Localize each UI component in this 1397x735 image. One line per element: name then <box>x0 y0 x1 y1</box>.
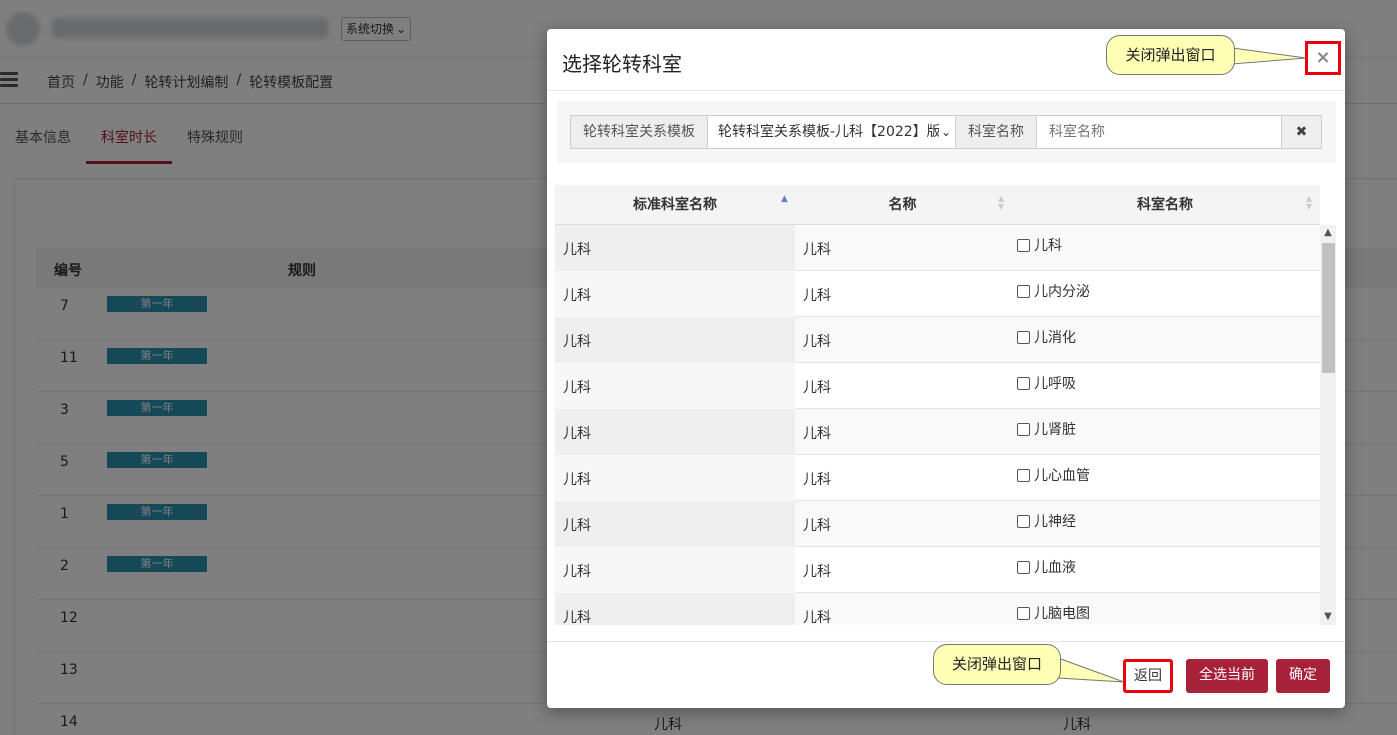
table-row[interactable]: 儿科 儿科 儿呼吸 <box>555 363 1320 409</box>
table-row[interactable]: 儿科 儿科 儿心血管 <box>555 455 1320 501</box>
std-dept-cell: 儿科 <box>555 409 795 455</box>
close-icon[interactable]: × <box>1305 41 1341 75</box>
dept-name-label: 儿科 <box>1034 238 1062 254</box>
name-cell: 儿科 <box>803 610 831 625</box>
scroll-up-icon[interactable]: ▲ <box>1320 225 1336 241</box>
dept-name-label: 儿肾脏 <box>1034 422 1076 438</box>
callout-close-top: 关闭弹出窗口 <box>1106 35 1235 75</box>
checkbox[interactable] <box>1017 606 1030 620</box>
col-dept[interactable]: 科室名称 <box>1010 185 1320 225</box>
checkbox[interactable] <box>1017 284 1030 298</box>
table-row[interactable]: 儿科 儿科 儿肾脏 <box>555 409 1320 455</box>
template-label: 轮转科室关系模板 <box>571 116 708 148</box>
callout-tail-top <box>1230 47 1307 65</box>
dept-name-label: 科室名称 <box>956 116 1037 148</box>
table-row[interactable]: 儿科 儿科 儿脑电图 <box>555 593 1320 625</box>
dept-name-label: 儿内分泌 <box>1034 284 1090 300</box>
chevron-down-icon: ⌄ <box>938 116 951 148</box>
table-row[interactable]: 儿科 儿科 儿科 <box>555 225 1320 271</box>
std-dept-cell: 儿科 <box>555 363 795 409</box>
name-cell: 儿科 <box>803 380 831 396</box>
dept-checkbox-item[interactable]: 儿消化 <box>1017 327 1076 347</box>
checkbox[interactable] <box>1017 422 1030 436</box>
back-button[interactable]: 返回 <box>1123 659 1173 693</box>
name-cell: 儿科 <box>803 426 831 442</box>
sort-icon: ▲ ▼ <box>1306 194 1313 211</box>
checkbox[interactable] <box>1017 560 1030 574</box>
modal-title: 选择轮转科室 <box>562 52 682 76</box>
dept-name-label: 儿神经 <box>1034 514 1076 530</box>
table-scrollbar[interactable]: ▲ ▼ <box>1320 225 1336 625</box>
dept-checkbox-item[interactable]: 儿心血管 <box>1017 465 1090 485</box>
table-row[interactable]: 儿科 儿科 儿内分泌 <box>555 271 1320 317</box>
table-row[interactable]: 儿科 儿科 儿血液 <box>555 547 1320 593</box>
name-cell: 儿科 <box>803 564 831 580</box>
dept-checkbox-item[interactable]: 儿肾脏 <box>1017 419 1076 439</box>
dept-checkbox-item[interactable]: 儿神经 <box>1017 511 1076 531</box>
dept-checkbox-item[interactable]: 儿科 <box>1017 235 1062 255</box>
table-row[interactable]: 儿科 儿科 儿神经 <box>555 501 1320 547</box>
dept-checkbox-item[interactable]: 儿内分泌 <box>1017 281 1090 301</box>
table-header: 标准科室名称 ▲ 名称 ▲ ▼ 科室名称 ▲ ▼ <box>555 185 1320 225</box>
callout-tail-bottom <box>1056 657 1125 683</box>
clear-icon[interactable]: ✖ <box>1281 116 1321 148</box>
dept-name-label: 儿脑电图 <box>1034 606 1090 622</box>
std-dept-cell: 儿科 <box>555 593 795 625</box>
col-dept-label: 科室名称 <box>1137 197 1193 213</box>
scroll-thumb[interactable] <box>1322 243 1335 373</box>
col-std-dept[interactable]: 标准科室名称 <box>555 185 795 225</box>
std-dept-cell: 儿科 <box>555 501 795 547</box>
sort-icon: ▲ ▼ <box>998 194 1005 211</box>
std-dept-cell: 儿科 <box>555 455 795 501</box>
checkbox[interactable] <box>1017 376 1030 390</box>
table-body: 儿科 儿科 儿科 儿科 儿科 儿内分泌 儿科 儿科 儿消化 儿科 儿科 儿呼吸 儿科 儿科 儿肾脏 儿科 儿科儿… <box>555 225 1320 625</box>
std-dept-cell: 儿科 <box>555 547 795 593</box>
filter-area: 轮转科室关系模板 轮转科室关系模板-儿科【2022】版 ⌄ 科室名称 ✖ <box>557 101 1336 163</box>
col-name[interactable]: 名称 <box>795 185 1010 225</box>
col-std-dept-label: 标准科室名称 <box>633 197 717 213</box>
confirm-button[interactable]: 确定 <box>1276 659 1330 693</box>
sort-asc-icon: ▲ <box>781 194 788 204</box>
dept-checkbox-item[interactable]: 儿血液 <box>1017 557 1076 577</box>
template-select-value: 轮转科室关系模板-儿科【2022】版 <box>718 124 941 140</box>
checkbox[interactable] <box>1017 330 1030 344</box>
checkbox[interactable] <box>1017 468 1030 482</box>
template-select[interactable]: 轮转科室关系模板-儿科【2022】版 ⌄ <box>708 116 956 148</box>
std-dept-cell: 儿科 <box>555 271 795 317</box>
callout-close-bottom: 关闭弹出窗口 <box>933 644 1061 685</box>
select-all-current-button[interactable]: 全选当前 <box>1186 659 1268 693</box>
name-cell: 儿科 <box>803 242 831 258</box>
select-dept-modal: 选择轮转科室 × 轮转科室关系模板 轮转科室关系模板-儿科【2022】版 ⌄ 科… <box>547 29 1345 708</box>
scroll-down-icon[interactable]: ▼ <box>1320 609 1336 625</box>
col-name-label: 名称 <box>888 197 917 213</box>
dept-name-label: 儿呼吸 <box>1034 376 1076 392</box>
dept-checkbox-item[interactable]: 儿呼吸 <box>1017 373 1076 393</box>
dept-name-label: 儿消化 <box>1034 330 1076 346</box>
name-cell: 儿科 <box>803 518 831 534</box>
dept-name-input[interactable] <box>1037 116 1281 148</box>
dept-checkbox-item[interactable]: 儿脑电图 <box>1017 603 1090 623</box>
name-cell: 儿科 <box>803 472 831 488</box>
dept-table: 标准科室名称 ▲ 名称 ▲ ▼ 科室名称 ▲ ▼ 儿科 儿科 儿科 儿科 儿科 儿内分泌 儿科儿… <box>555 185 1336 625</box>
checkbox[interactable] <box>1017 514 1030 528</box>
name-cell: 儿科 <box>803 334 831 350</box>
dept-name-label: 儿血液 <box>1034 560 1076 576</box>
checkbox[interactable] <box>1017 238 1030 252</box>
std-dept-cell: 儿科 <box>555 317 795 363</box>
std-dept-cell: 儿科 <box>555 225 795 271</box>
dept-name-label: 儿心血管 <box>1034 468 1090 484</box>
filter-group: 轮转科室关系模板 轮转科室关系模板-儿科【2022】版 ⌄ 科室名称 ✖ <box>570 115 1322 149</box>
name-cell: 儿科 <box>803 288 831 304</box>
table-row[interactable]: 儿科 儿科 儿消化 <box>555 317 1320 363</box>
